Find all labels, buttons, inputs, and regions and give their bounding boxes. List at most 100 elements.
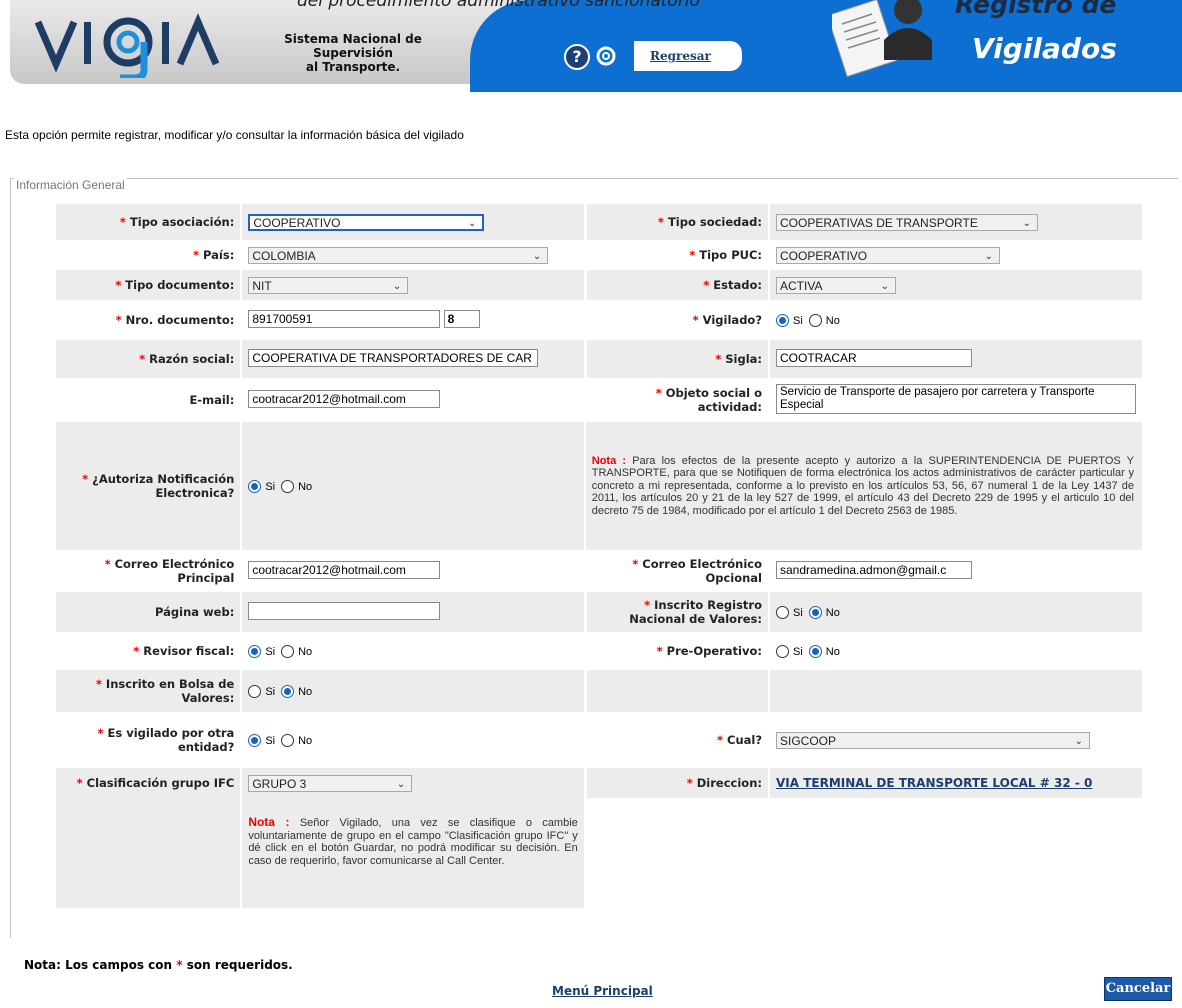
correo-principal-label: * Correo Electrónico Principal (56, 550, 241, 592)
objeto-social-textarea[interactable]: Servicio de Transporte de pasajero por c… (776, 383, 1136, 414)
chevron-down-icon: ⌄ (880, 280, 889, 292)
vigilado-form: * Tipo asociación: COOPERATIVO ⌄ * Tipo s… (56, 204, 1142, 908)
correo-opcional-input[interactable]: sandramedina.admon@gmail.c (776, 560, 972, 579)
revisor-fiscal-si-radio[interactable] (248, 645, 262, 659)
pais-select[interactable]: COLOMBIA ⌄ (248, 246, 549, 264)
required-mark: * (119, 215, 126, 229)
tipo-puc-select[interactable]: COOPERATIVO ⌄ (776, 246, 1000, 264)
tipo-documento-select[interactable]: NIT ⌄ (248, 276, 409, 294)
email-label: E-mail: (56, 378, 241, 422)
radio-label: No (298, 685, 313, 698)
vigilado-no-radio[interactable] (808, 314, 822, 328)
cual-select[interactable]: SIGCOOP ⌄ (776, 731, 1090, 749)
chevron-down-icon: ⌄ (396, 778, 406, 790)
form-row: * ¿Autoriza Notificación Electronica? Si N… (56, 422, 1142, 550)
form-row: * Es vigilado por otra entidad? Si No * Cu… (56, 712, 1142, 768)
form-row: * País: COLOMBIA ⌄ * Tipo PUC: COOPERATIV… (56, 240, 1142, 270)
autoriza-notificacion-label: * ¿Autoriza Notificación Electronica? (56, 422, 241, 550)
main-menu-link[interactable]: Menú Principal (552, 984, 653, 998)
nota-ifc-text: Señor Vigilado, una vez se clasifique o … (248, 817, 578, 867)
pre-operativo-si-radio[interactable] (776, 645, 789, 659)
form-row: Página web: * Inscrito Registro Nacional … (56, 592, 1142, 632)
help-icon[interactable]: ? (564, 44, 590, 70)
header-banner: del procedimiento administrativo sancion… (0, 0, 1182, 92)
form-row: * Tipo asociación: COOPERATIVO ⌄ * Tipo s… (56, 204, 1142, 240)
radio-label: Si (793, 314, 803, 327)
vigia-logo (34, 8, 234, 91)
tipo-asociacion-label: * Tipo asociación: (56, 204, 241, 240)
form-row: * Revisor fiscal: Si No * Pre-Operativo: … (56, 632, 1142, 670)
chevron-down-icon: ⌄ (532, 250, 542, 262)
header-top-caption: del procedimiento administrativo sancion… (297, 0, 700, 11)
chevron-down-icon: ⌄ (1022, 217, 1031, 229)
vigilado-si-radio[interactable] (776, 314, 789, 328)
vigilado-otra-no-radio[interactable] (281, 734, 295, 748)
clasificacion-ifc-label: * Clasificación grupo IFC (56, 768, 241, 798)
inscrito-rnv-no-radio[interactable] (808, 606, 822, 620)
cancel-button[interactable]: Cancelar (1104, 977, 1172, 1001)
nota-prefix: Nota : (591, 454, 627, 467)
sigla-input[interactable]: COOTRACAR (776, 348, 972, 367)
radio-label: No (825, 606, 840, 619)
estado-select[interactable]: ACTIVA ⌄ (776, 276, 896, 294)
chevron-down-icon: ⌄ (467, 217, 477, 229)
vigilado-otra-si-radio[interactable] (248, 734, 262, 748)
clasificacion-ifc-select[interactable]: GRUPO 3 ⌄ (248, 774, 413, 792)
radio-label: Si (793, 606, 803, 619)
form-row: * Correo Electrónico Principal cootracar2… (56, 550, 1142, 592)
email-input[interactable]: cootracar2012@hotmail.com (248, 389, 441, 408)
back-link[interactable]: Regresar (650, 49, 711, 63)
chevron-down-icon: ⌄ (1074, 735, 1083, 747)
inscrito-bolsa-si-radio[interactable] (248, 685, 262, 699)
direccion-link[interactable]: VIA TERMINAL DE TRANSPORTE LOCAL # 32 - … (776, 776, 1092, 790)
header-subtitle-line1: Sistema Nacional de Supervisión (284, 32, 422, 60)
radio-label: No (298, 645, 313, 658)
correo-opcional-label: * Correo Electrónico Opcional (583, 550, 768, 592)
inscrito-bolsa-label: * Inscrito en Bolsa de Valores: (56, 670, 241, 712)
page-title-line2: Vigilados (972, 32, 1117, 65)
pais-label: * País: (56, 240, 241, 270)
digito-verificacion-input[interactable]: 8 (443, 309, 480, 328)
pre-operativo-no-radio[interactable] (808, 645, 822, 659)
revisor-fiscal-no-radio[interactable] (281, 645, 295, 659)
inscrito-rnv-si-radio[interactable] (776, 606, 789, 620)
radio-label: Si (265, 645, 276, 658)
tipo-documento-label: * Tipo documento: (56, 270, 241, 300)
autoriza-si-radio[interactable] (248, 480, 262, 494)
radio-label: Si (265, 480, 276, 493)
radio-label: Si (793, 645, 803, 658)
nota-autoriza: Nota : Para los efectos de la presente a… (583, 422, 1142, 550)
form-row: * Clasificación grupo IFC GRUPO 3 ⌄ * Dir… (56, 768, 1142, 798)
tipo-puc-label: * Tipo PUC: (583, 240, 768, 270)
form-row: * Nro. documento: 891700591 8 * Vigilado… (56, 300, 1142, 340)
pagina-web-input[interactable] (248, 601, 441, 620)
vigia-swirl-icon (594, 45, 618, 67)
document-person-icon (826, 0, 948, 78)
radio-label: No (298, 480, 313, 493)
radio-label: No (825, 314, 840, 327)
nota-autoriza-text: Para los efectos de la presente acepto y… (591, 454, 1134, 517)
form-row: * Inscrito en Bolsa de Valores: Si No (56, 670, 1142, 712)
razon-social-input[interactable]: COOPERATIVA DE TRANSPORTADORES DE CAR (248, 348, 539, 367)
page-title-line1: Registro de (955, 0, 1117, 19)
vigilado-otra-label: * Es vigilado por otra entidad? (56, 712, 241, 768)
chevron-down-icon: ⌄ (392, 280, 402, 292)
estado-label: * Estado: (583, 270, 768, 300)
tipo-sociedad-select[interactable]: COOPERATIVAS DE TRANSPORTE ⌄ (776, 213, 1038, 231)
radio-label: No (825, 645, 840, 658)
form-row: Nota : Señor Vigilado, una vez se clasif… (56, 798, 1142, 908)
inscrito-bolsa-no-radio[interactable] (281, 685, 295, 699)
required-fields-note: Nota: Los campos con * son requeridos. (24, 958, 293, 972)
nota-prefix: Nota : (248, 815, 290, 829)
autoriza-no-radio[interactable] (281, 480, 295, 494)
pagina-web-label: Página web: (56, 592, 241, 632)
nro-documento-input[interactable]: 891700591 (248, 309, 441, 328)
nota-ifc: Nota : Señor Vigilado, una vez se clasif… (240, 798, 584, 908)
cual-label: * Cual? (583, 712, 768, 768)
form-row: * Razón social: COOPERATIVA DE TRANSPORT… (56, 340, 1142, 378)
tipo-asociacion-select[interactable]: COOPERATIVO ⌄ (248, 213, 485, 231)
correo-principal-input[interactable]: cootracar2012@hotmail.com (248, 560, 441, 579)
chevron-down-icon: ⌄ (984, 250, 993, 262)
objeto-social-label: * Objeto social o actividad: (583, 378, 768, 422)
back-tab: Regresar (634, 41, 742, 71)
